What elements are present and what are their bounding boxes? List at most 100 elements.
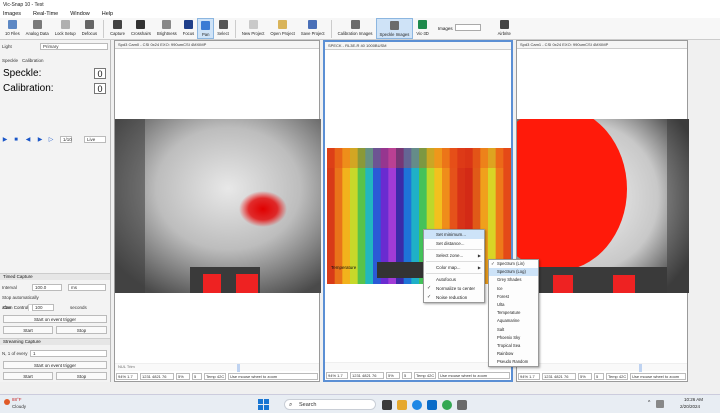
capture-button[interactable]: Capture xyxy=(107,18,128,39)
colormap-item[interactable]: Aquamarine xyxy=(489,317,538,325)
start-button-2[interactable]: Start xyxy=(3,372,53,380)
colormap-item[interactable]: Pseudo Random xyxy=(489,358,538,366)
weather-icon[interactable] xyxy=(4,399,10,405)
colormap-item[interactable]: Ice xyxy=(489,285,538,293)
file-explorer-icon[interactable] xyxy=(397,400,407,410)
brightness-button[interactable]: Brightness xyxy=(154,18,180,39)
context-item[interactable]: ✓ Noise reduction xyxy=(424,293,484,302)
stop-auto-checkbox[interactable]: Stop automatically xyxy=(2,295,39,300)
analog-data-button[interactable]: Analog Data xyxy=(23,18,52,39)
interval-input[interactable]: 100.0 xyxy=(32,284,62,291)
menu-window[interactable]: Window xyxy=(70,11,90,17)
menu-images[interactable]: Images xyxy=(3,11,21,17)
colormap-item[interactable]: ✓ Spectrum (Lin) xyxy=(489,260,538,268)
context-item[interactable]: Color map... ▶ xyxy=(424,263,484,272)
frame-scrollbar[interactable] xyxy=(115,363,319,372)
focus-button[interactable]: Focus xyxy=(180,18,197,39)
search-input[interactable]: ⌕ Search xyxy=(284,399,376,410)
colormap-item[interactable]: Rainbow xyxy=(489,350,538,358)
play-icon[interactable]: ▶ xyxy=(1,137,9,144)
colormap-item[interactable]: Salt xyxy=(489,326,538,334)
streaming-capture-header[interactable]: Streaming Capture xyxy=(0,338,110,345)
clock-time[interactable]: 10:26 AM xyxy=(684,397,703,402)
menu-help[interactable]: Help xyxy=(102,11,113,17)
stop-button-2[interactable]: Stop xyxy=(56,372,107,380)
stop-button[interactable]: Stop xyxy=(56,326,107,334)
frame-scroll-thumb[interactable] xyxy=(639,364,642,372)
submenu-arrow-icon: ▶ xyxy=(477,265,481,270)
prev-frame-icon[interactable]: ◀ xyxy=(24,137,32,144)
menu-real-time[interactable]: Real-Time xyxy=(33,11,58,17)
lock-setup-icon xyxy=(60,20,70,29)
tray-chevron-icon[interactable]: ^ xyxy=(648,400,650,406)
network-icon[interactable] xyxy=(656,400,664,408)
context-item[interactable]: Set distance... xyxy=(424,239,484,248)
tab-speckle[interactable]: Speckle xyxy=(2,58,18,63)
open-project-button[interactable]: Open Project xyxy=(267,18,297,39)
windows-start-icon[interactable] xyxy=(258,399,269,410)
every-input[interactable]: 1 xyxy=(30,350,107,357)
images-input[interactable] xyxy=(454,24,481,31)
light-select[interactable]: Primary xyxy=(40,43,108,50)
task-view-icon[interactable] xyxy=(382,400,392,410)
select-label: Select xyxy=(217,31,229,36)
defocus-icon xyxy=(84,20,94,29)
mail-icon[interactable] xyxy=(427,400,437,410)
event-trigger-button-2[interactable]: Start on event trigger xyxy=(3,361,107,369)
event-trigger-button[interactable]: Start on event trigger xyxy=(3,315,107,323)
colormap-item-label: Ulta xyxy=(497,301,505,307)
camera-image-left[interactable] xyxy=(115,119,321,293)
context-item[interactable]: ✓ Normalize to center xyxy=(424,284,484,293)
frame-scroll-thumb[interactable] xyxy=(237,364,240,372)
speed-field[interactable]: Live xyxy=(84,136,106,143)
speckle-images-button[interactable]: Speckle Images xyxy=(375,18,414,39)
timed-capture-header[interactable]: Timed Capture xyxy=(0,273,110,280)
start-button[interactable]: Start xyxy=(3,326,53,334)
menu-separator xyxy=(426,261,482,262)
airbrite-button[interactable]: Airbrite xyxy=(495,18,514,39)
camera-pane-center[interactable]: SPECK - RL3E-R 40 1000BUSM Temperature 9… xyxy=(323,40,513,382)
new-project-button[interactable]: New Project xyxy=(239,18,268,39)
context-item[interactable]: Autofocus xyxy=(424,275,484,284)
colormap-item[interactable]: Tropical Sea xyxy=(489,342,538,350)
interval-label: Interval xyxy=(2,285,17,290)
context-item[interactable]: Set minimum... xyxy=(424,230,484,239)
colormap-item[interactable]: Ulta xyxy=(489,301,538,309)
files-button[interactable]: 10 Files xyxy=(2,18,23,39)
colormap-item[interactable]: Forest xyxy=(489,293,538,301)
frame-scrollbar[interactable] xyxy=(517,363,687,372)
colormap-item[interactable]: Spectrum (Log) xyxy=(489,268,538,277)
vic3d-button[interactable]: Vic-3D xyxy=(413,18,432,39)
colormap-item[interactable]: Temperature xyxy=(489,309,538,317)
lock-setup-button[interactable]: Lock Setup xyxy=(52,18,79,39)
select-button[interactable]: Select xyxy=(214,18,232,39)
colormap-item[interactable]: Grey Shades xyxy=(489,276,538,284)
crosshairs-icon xyxy=(136,20,146,29)
status-hint: Use mouse wheel to zoom xyxy=(438,372,510,379)
calibration-images-button[interactable]: Calibration Images xyxy=(335,18,376,39)
camera-pane-right[interactable]: Spd3 Cam1 - CSI 0x24 EXO: 990umCSI 4MXIM… xyxy=(516,40,689,382)
menu-separator xyxy=(426,249,482,250)
stop-icon[interactable]: ■ xyxy=(12,137,20,144)
frame-scrollbar[interactable] xyxy=(325,362,511,370)
crosshairs-button[interactable]: Crosshairs xyxy=(128,18,154,39)
colormap-item[interactable]: Phoenix Sky xyxy=(489,334,538,342)
interval-unit-select[interactable]: ms xyxy=(68,284,106,291)
taskbar: 88°F Cloudy ⌕ Search ^ 10:26 AM 2/20/202… xyxy=(0,394,720,413)
last-frame-icon[interactable]: ▷ xyxy=(47,137,55,144)
check-icon: ✓ xyxy=(491,261,495,266)
next-frame-icon[interactable]: ▶ xyxy=(36,137,44,144)
camera-image-right[interactable] xyxy=(517,119,689,293)
tab-calibration[interactable]: Calibration xyxy=(22,58,44,63)
context-item[interactable]: Select zone... ▶ xyxy=(424,251,484,260)
chrome-icon[interactable] xyxy=(442,400,452,410)
app-icon[interactable] xyxy=(457,400,467,410)
save-project-button[interactable]: Save Project xyxy=(298,18,328,39)
defocus-button[interactable]: Defocus xyxy=(79,18,100,39)
after-input[interactable]: 100 xyxy=(32,304,54,311)
edge-icon[interactable] xyxy=(412,400,422,410)
camera-pane-left[interactable]: Spd3 Cam0 - CSI 0x24 EXO: 990umCSI 4MXIM… xyxy=(114,40,321,382)
clock-date[interactable]: 2/20/2024 xyxy=(680,404,700,409)
pan-button[interactable]: Pan xyxy=(197,18,215,39)
frame-field[interactable]: 1/10 xyxy=(60,136,72,143)
